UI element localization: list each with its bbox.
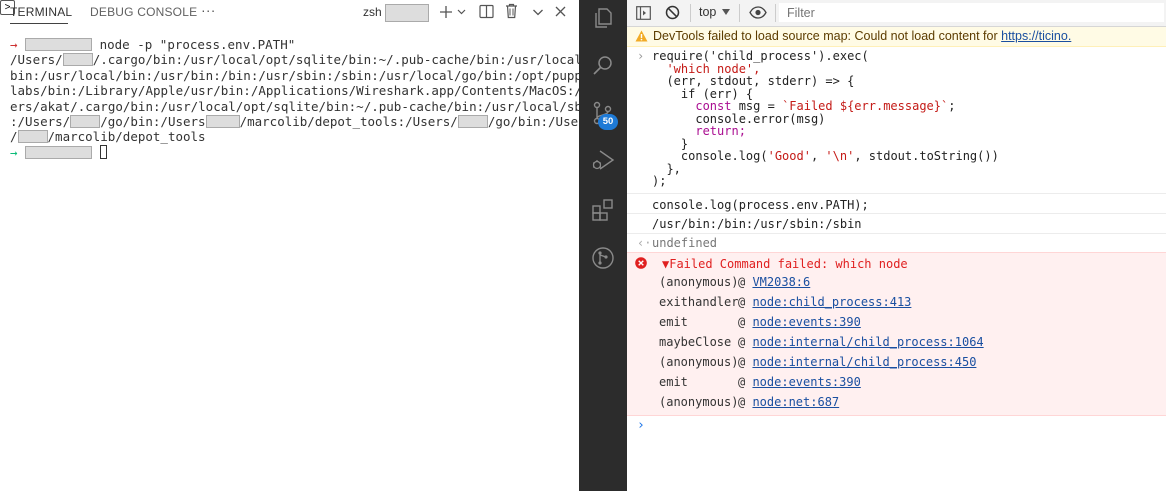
tab-debug-console[interactable]: DEBUG CONSOLE xyxy=(90,5,197,19)
trash-icon[interactable] xyxy=(505,3,518,19)
search-icon[interactable] xyxy=(591,54,615,78)
toolbar-divider xyxy=(775,4,776,22)
terminal-output[interactable]: → node -p "process.env.PATH" /Users//.ca… xyxy=(10,37,597,160)
output-line: :/Users//go/bin:/Users/marcolib/depot_to… xyxy=(10,114,594,130)
active-tab-indicator xyxy=(10,23,68,24)
warning-message: DevTools failed to load source map: Coul… xyxy=(627,27,1166,47)
error-message: ▼Failed Command failed: which node (anon… xyxy=(627,252,1166,416)
chevron-down-icon[interactable] xyxy=(457,8,466,16)
activity-bar xyxy=(579,0,627,491)
console-prompt[interactable]: › xyxy=(637,418,645,433)
stack-frame: emit @ node:events:390 xyxy=(659,375,861,389)
redacted-box xyxy=(25,38,93,51)
output-line: //marcolib/depot_tools xyxy=(10,129,206,145)
output-line: bin:/usr/local/bin:/usr/bin:/bin:/usr/sb… xyxy=(10,67,597,83)
context-selector[interactable]: top xyxy=(699,5,716,19)
console-toolbar: top xyxy=(627,0,1166,27)
stack-frame: maybeClose @ node:internal/child_process:… xyxy=(659,335,984,349)
stack-frame-link[interactable]: node:child_process:413 xyxy=(752,295,911,309)
split-terminal-icon[interactable] xyxy=(479,4,494,19)
output-line: ers/akat/.cargo/bin:/usr/local/opt/sqlit… xyxy=(10,98,597,114)
return-arrow-icon: ‹· xyxy=(637,236,652,250)
output-line: labs/bin:/Library/Apple/usr/bin:/Applica… xyxy=(10,83,597,99)
close-icon[interactable] xyxy=(555,6,566,17)
return-value: undefined xyxy=(652,236,718,250)
eye-icon[interactable] xyxy=(749,6,767,19)
warning-link[interactable]: https://ticino. xyxy=(1001,29,1071,43)
stack-frame: emit @ node:events:390 xyxy=(659,315,861,329)
console-log-output: /usr/bin:/bin:/usr/sbin:/sbin xyxy=(652,217,862,231)
stack-frame-link[interactable]: node:net:687 xyxy=(752,395,839,409)
toolbar-divider xyxy=(690,4,691,22)
toolbar-divider xyxy=(739,4,740,22)
filter-input[interactable] xyxy=(779,3,1164,22)
stack-frame-link[interactable]: node:events:390 xyxy=(752,375,860,389)
stack-frame: (anonymous)@ node:internal/child_process… xyxy=(659,355,977,369)
divider xyxy=(627,213,1166,214)
prompt-arrow: → xyxy=(10,37,18,52)
stack-frame-link[interactable]: VM2038:6 xyxy=(752,275,810,289)
terminal-cursor xyxy=(99,144,107,159)
prompt-line: → xyxy=(10,144,107,160)
prompt-line: → node -p "process.env.PATH" xyxy=(10,37,295,52)
command-text: node -p "process.env.PATH" xyxy=(99,37,296,52)
devtools-console: top DevTools failed to load source map: … xyxy=(627,0,1166,491)
output-line: /Users//.cargo/bin:/usr/local/opt/sqlite… xyxy=(10,52,597,68)
stack-frame: (anonymous)@ node:net:687 xyxy=(659,395,840,409)
input-prompt-icon: › xyxy=(637,49,645,63)
console-log-input[interactable]: console.log(process.env.PATH); xyxy=(652,199,1166,212)
clear-console-icon[interactable] xyxy=(665,5,680,20)
console-input-code[interactable]: require('child_process').exec( 'which no… xyxy=(652,50,1162,188)
git-graph-icon[interactable] xyxy=(591,246,615,270)
redacted-box xyxy=(385,4,429,22)
extensions-icon[interactable] xyxy=(591,198,615,222)
redacted-box xyxy=(25,145,93,159)
sidebar-toggle-icon[interactable] xyxy=(636,6,651,20)
chevron-down-icon[interactable] xyxy=(532,7,544,17)
terminal-panel: TERMINAL DEBUG CONSOLE ··· > zsh → node … xyxy=(0,0,597,491)
chevron-down-icon[interactable] xyxy=(722,9,730,15)
explorer-icon[interactable] xyxy=(591,6,615,30)
run-debug-icon[interactable] xyxy=(591,148,615,172)
error-header[interactable]: ▼Failed Command failed: which node xyxy=(662,257,908,271)
stack-frame-link[interactable]: node:internal/child_process:450 xyxy=(752,355,976,369)
new-terminal-icon[interactable] xyxy=(439,5,453,19)
stack-frame: (anonymous)@ VM2038:6 xyxy=(659,275,811,289)
stack-frame-link[interactable]: node:events:390 xyxy=(752,315,860,329)
divider xyxy=(627,233,1166,234)
source-control-badge: 50 xyxy=(598,114,618,130)
terminal-tab-bar: TERMINAL DEBUG CONSOLE ··· > zsh xyxy=(0,0,579,26)
warning-text: DevTools failed to load source map: Coul… xyxy=(653,29,1072,43)
stack-frame: exithandler@ node:child_process:413 xyxy=(659,295,912,309)
prompt-arrow: → xyxy=(10,144,18,160)
divider xyxy=(627,193,1166,194)
more-actions-icon[interactable]: ··· xyxy=(201,2,216,18)
tab-terminal[interactable]: TERMINAL xyxy=(10,5,72,19)
shell-label[interactable]: zsh xyxy=(363,5,382,19)
stack-frame-link[interactable]: node:internal/child_process:1064 xyxy=(752,335,983,349)
warning-icon xyxy=(635,30,648,42)
error-icon xyxy=(635,257,647,269)
